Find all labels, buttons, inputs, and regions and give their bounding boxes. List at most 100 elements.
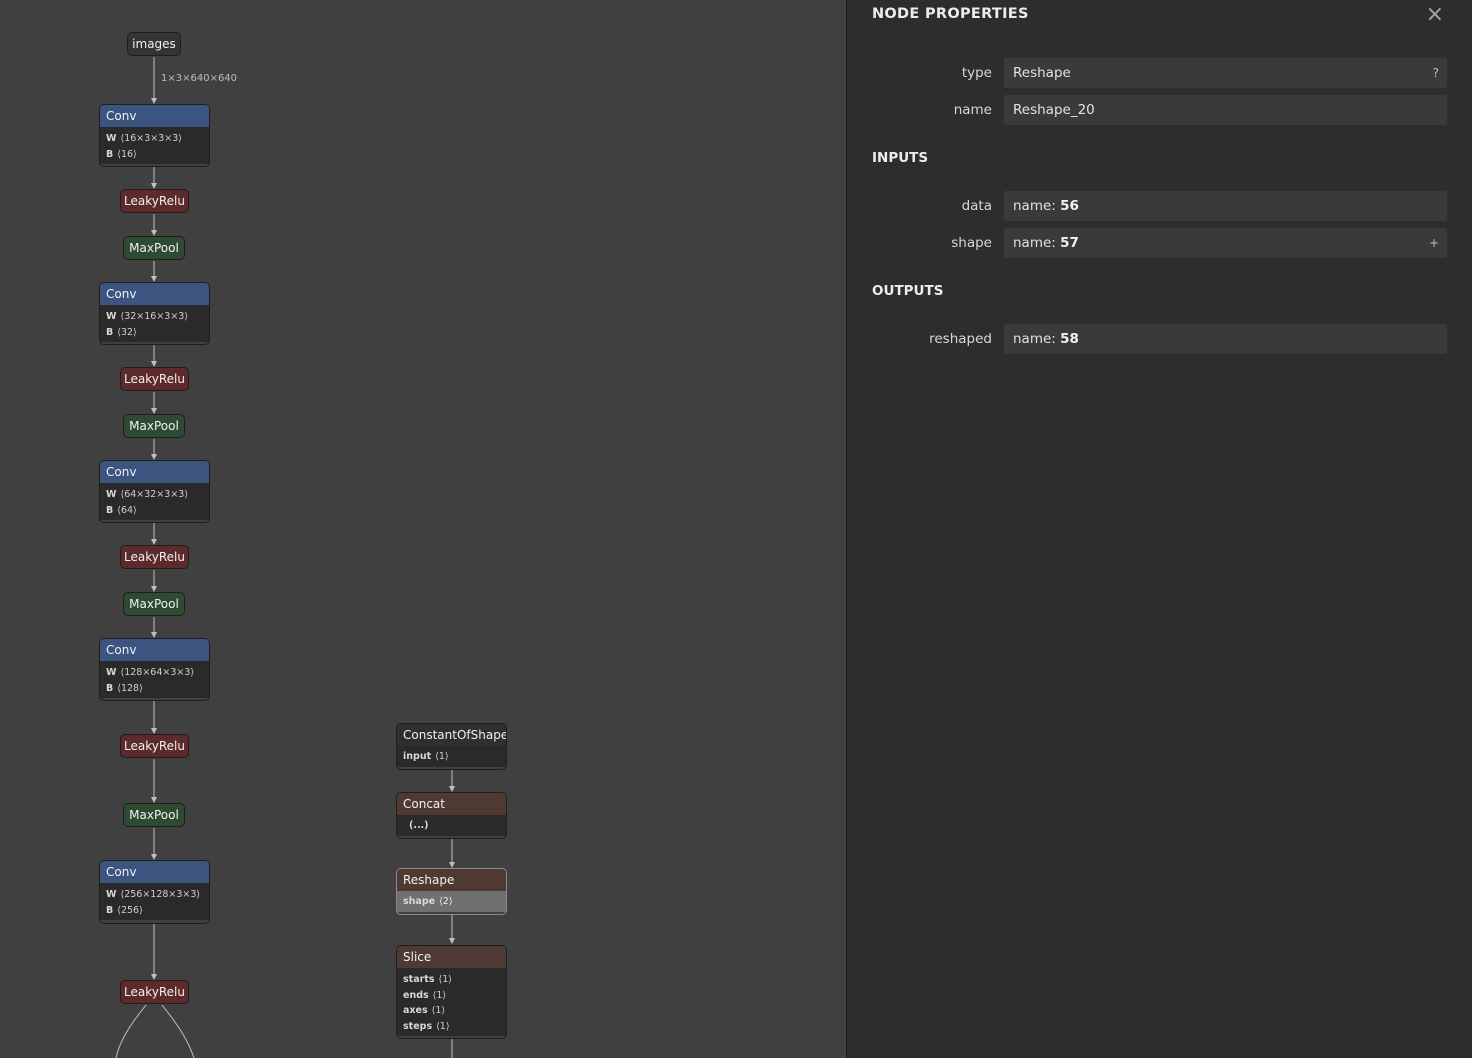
attr-value: ⟨1⟩ — [436, 1020, 450, 1032]
node-leakyrelu-4[interactable]: LeakyRelu — [120, 734, 189, 758]
node-conv-3[interactable]: Conv W ⟨64×32×3×3⟩ B ⟨64⟩ — [99, 460, 210, 523]
node-images-input[interactable]: images — [127, 32, 181, 56]
node-conv-5[interactable]: Conv W ⟨256×128×3×3⟩ B ⟨256⟩ — [99, 860, 210, 924]
panel-title: NODE PROPERTIES — [872, 6, 1029, 22]
input-prefix: name: — [1013, 235, 1061, 251]
weight-shape: ⟨16×3×3×3⟩ — [120, 133, 182, 144]
weight-shape: ⟨256×128×3×3⟩ — [120, 889, 201, 900]
name-label: name — [953, 102, 992, 118]
node-slice[interactable]: Slice starts ⟨1⟩ ends ⟨1⟩ axes ⟨1⟩ steps ⟨1⟩ — [396, 945, 507, 1039]
node-constantofshape-title: ConstantOfShape — [397, 724, 506, 746]
output-label: reshaped — [929, 331, 992, 347]
type-value[interactable]: Reshape ? — [1004, 58, 1447, 88]
node-concat-title: Concat — [397, 793, 506, 815]
edge-shape-label: 1×3×640×640 — [161, 73, 238, 84]
attr-key: shape — [403, 896, 436, 907]
attr-key: steps — [403, 1020, 433, 1032]
input-value[interactable]: name: 57 + — [1004, 228, 1447, 258]
weight-shape: ⟨32×16×3×3⟩ — [120, 311, 189, 322]
input-value[interactable]: name: 56 — [1004, 191, 1447, 221]
output-row-reshaped: reshaped name: 58 — [847, 324, 1472, 354]
attr-key: input — [403, 751, 432, 762]
node-leakyrelu-5[interactable]: LeakyRelu — [120, 980, 189, 1004]
attr-value: ⟨1⟩ — [432, 989, 447, 1001]
inputs-section-title: INPUTS — [872, 150, 929, 166]
attr-key: W — [106, 311, 117, 322]
node-reshape-title: Reshape — [397, 869, 506, 891]
weight-shape: ⟨128×64×3×3⟩ — [120, 667, 195, 678]
node-conv-title: Conv — [100, 861, 209, 883]
node-conv-4[interactable]: Conv W ⟨128×64×3×3⟩ B ⟨128⟩ — [99, 638, 210, 701]
node-conv-title: Conv — [100, 639, 209, 661]
node-properties-panel: NODE PROPERTIES × type Reshape ? name Re… — [846, 0, 1472, 1058]
node-conv-2[interactable]: Conv W ⟨32×16×3×3⟩ B ⟨32⟩ — [99, 282, 210, 345]
node-maxpool-1[interactable]: MaxPool — [123, 236, 185, 260]
attr-value: ⟨1⟩ — [438, 974, 452, 985]
node-conv-attributes: W ⟨32×16×3×3⟩ B ⟨32⟩ — [100, 305, 209, 342]
attr-key: W — [106, 489, 117, 500]
expand-icon[interactable]: + — [1429, 228, 1439, 258]
node-slice-title: Slice — [397, 946, 506, 968]
bias-shape: ⟨256⟩ — [117, 904, 143, 916]
bias-shape: ⟨64⟩ — [117, 504, 137, 516]
name-value-text: Reshape_20 — [1013, 102, 1095, 118]
output-prefix: name: — [1013, 331, 1061, 347]
node-maxpool-4[interactable]: MaxPool — [123, 803, 185, 827]
input-row-data: data name: 56 — [847, 191, 1472, 221]
close-icon[interactable]: × — [1426, 2, 1444, 27]
type-label: type — [961, 65, 992, 81]
attr-key: B — [106, 682, 114, 694]
node-conv-title: Conv — [100, 283, 209, 305]
weight-shape: ⟨64×32×3×3⟩ — [120, 489, 189, 500]
attr-ellipsis: (...) — [409, 820, 429, 831]
attr-value: ⟨1⟩ — [435, 751, 449, 762]
node-leakyrelu-3[interactable]: LeakyRelu — [120, 545, 189, 569]
help-icon[interactable]: ? — [1433, 58, 1439, 88]
bias-shape: ⟨128⟩ — [117, 682, 143, 694]
node-constantofshape[interactable]: ConstantOfShape input ⟨1⟩ — [396, 723, 507, 770]
node-conv-attributes: W ⟨128×64×3×3⟩ B ⟨128⟩ — [100, 661, 209, 698]
node-conv-1[interactable]: Conv W ⟨16×3×3×3⟩ B ⟨16⟩ — [99, 104, 210, 167]
node-leakyrelu-2[interactable]: LeakyRelu — [120, 367, 189, 391]
bias-shape: ⟨32⟩ — [117, 326, 137, 338]
property-row-name: name Reshape_20 — [847, 95, 1472, 125]
node-reshape-selected[interactable]: Reshape shape ⟨2⟩ — [396, 868, 507, 915]
node-constantofshape-attributes: input ⟨1⟩ — [397, 746, 506, 767]
node-leakyrelu-1[interactable]: LeakyRelu — [120, 189, 189, 213]
bias-shape: ⟨16⟩ — [117, 148, 137, 160]
attr-value: ⟨2⟩ — [439, 896, 453, 907]
input-label: shape — [951, 235, 992, 251]
attr-key: B — [106, 904, 114, 916]
node-maxpool-3[interactable]: MaxPool — [123, 592, 185, 616]
attr-key: axes — [403, 1005, 428, 1016]
attr-key: B — [106, 148, 114, 160]
property-row-type: type Reshape ? — [847, 58, 1472, 88]
attr-key: ends — [403, 989, 429, 1001]
input-row-shape: shape name: 57 + — [847, 228, 1472, 258]
node-conv-attributes: W ⟨64×32×3×3⟩ B ⟨64⟩ — [100, 483, 209, 520]
type-value-text: Reshape — [1013, 65, 1071, 81]
node-maxpool-2[interactable]: MaxPool — [123, 414, 185, 438]
node-concat[interactable]: Concat (...) — [396, 792, 507, 839]
output-value[interactable]: name: 58 — [1004, 324, 1447, 354]
attr-key: B — [106, 326, 114, 338]
node-concat-attributes: (...) — [397, 815, 506, 836]
name-value[interactable]: Reshape_20 — [1004, 95, 1447, 125]
graph-canvas[interactable]: 1×3×640×640 images Conv W ⟨16×3×3×3⟩ B ⟨16… — [0, 0, 846, 1058]
node-conv-attributes: W ⟨256×128×3×3⟩ B ⟨256⟩ — [100, 883, 209, 920]
attr-value: ⟨1⟩ — [431, 1005, 446, 1016]
attr-key: B — [106, 504, 114, 516]
input-name: 57 — [1060, 235, 1079, 251]
node-reshape-attributes: shape ⟨2⟩ — [397, 891, 506, 912]
node-slice-attributes: starts ⟨1⟩ ends ⟨1⟩ axes ⟨1⟩ steps ⟨1⟩ — [397, 968, 506, 1036]
input-name: 56 — [1060, 198, 1079, 214]
input-prefix: name: — [1013, 198, 1061, 214]
node-conv-attributes: W ⟨16×3×3×3⟩ B ⟨16⟩ — [100, 127, 209, 164]
output-name: 58 — [1060, 331, 1079, 347]
node-conv-title: Conv — [100, 105, 209, 127]
attr-key: W — [106, 667, 117, 678]
attr-key: W — [106, 889, 117, 900]
attr-key: starts — [403, 974, 435, 985]
node-conv-title: Conv — [100, 461, 209, 483]
attr-key: W — [106, 133, 117, 144]
